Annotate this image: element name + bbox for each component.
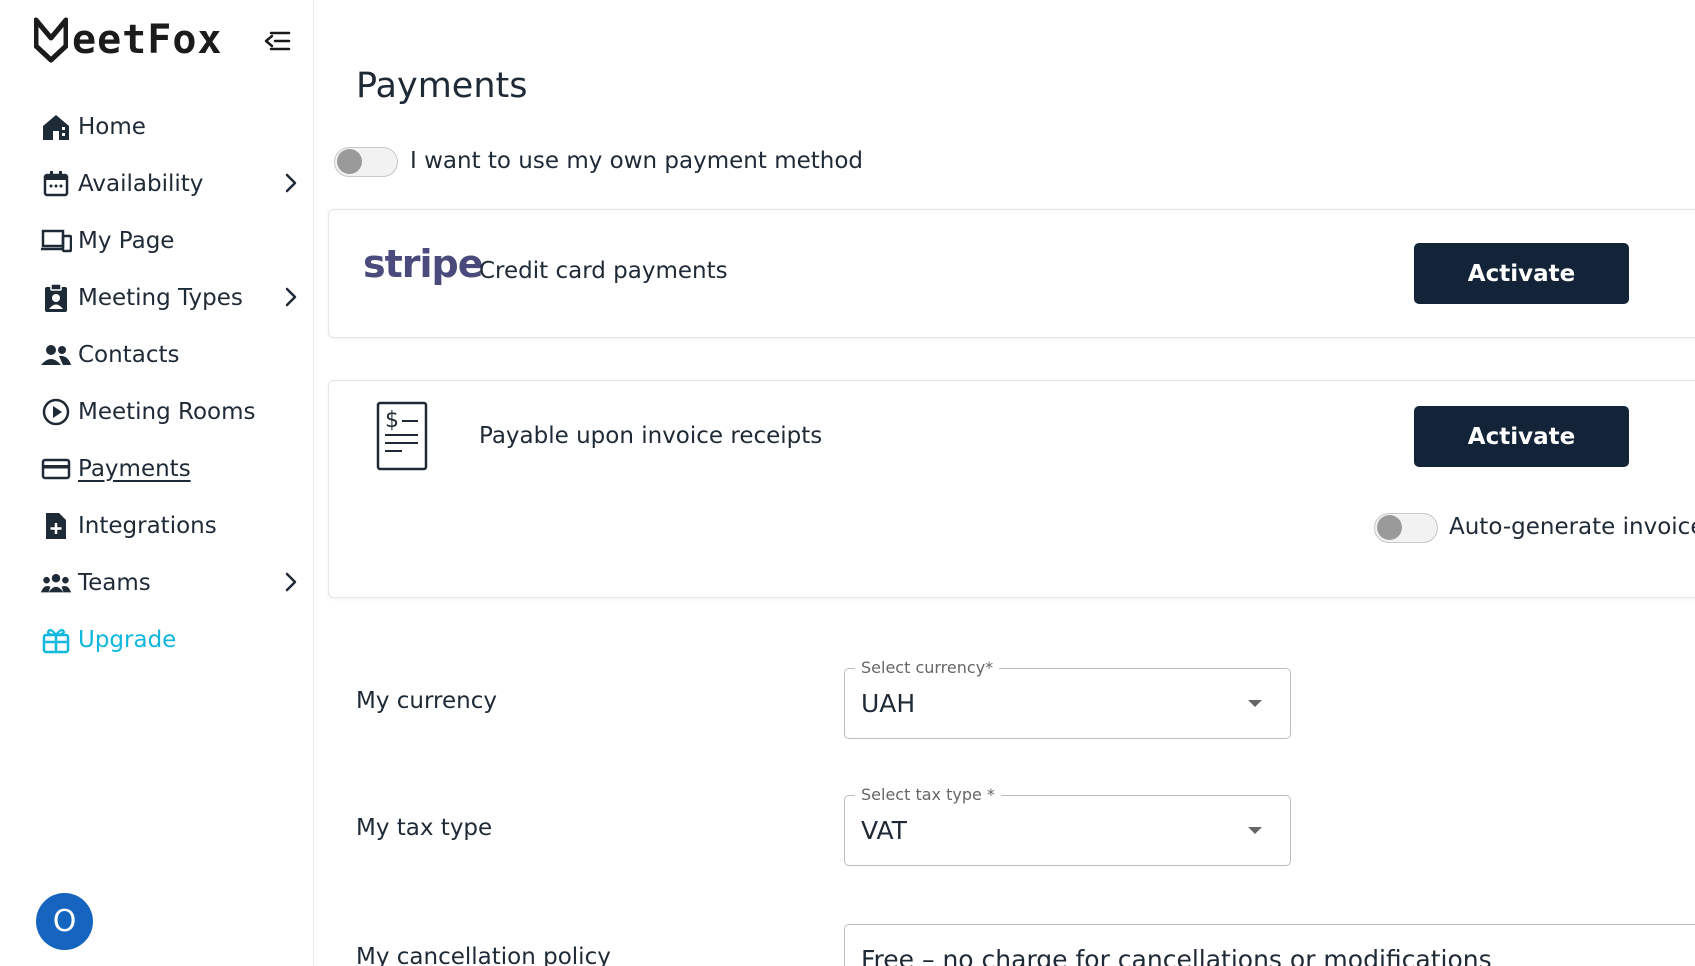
- sidebar-item-home[interactable]: Home: [0, 98, 313, 155]
- play-circle-icon: [40, 396, 72, 428]
- sidebar-item-label: My Page: [78, 227, 175, 254]
- sidebar-item-payments[interactable]: Payments: [0, 440, 313, 497]
- home-icon: [40, 111, 72, 143]
- invoice-receipt-icon: $: [376, 401, 428, 475]
- collapse-menu-icon: [264, 31, 291, 51]
- sidebar-item-meeting-types[interactable]: Meeting Types: [0, 269, 313, 326]
- tax-type-select[interactable]: Select tax type * VAT: [844, 785, 1291, 866]
- collapse-sidebar-button[interactable]: [262, 26, 292, 56]
- contacts-icon: [40, 339, 72, 371]
- currency-select-legend: Select currency*: [855, 658, 1000, 677]
- team-icon: [40, 567, 72, 599]
- currency-select[interactable]: Select currency* UAH: [844, 658, 1291, 739]
- activate-stripe-button[interactable]: Activate: [1414, 243, 1629, 304]
- sidebar-item-label: Teams: [78, 569, 151, 596]
- sidebar-item-label: Meeting Rooms: [78, 398, 256, 425]
- sidebar-item-label: Payments: [78, 455, 191, 482]
- main-content: Payments I want to use my own payment me…: [314, 0, 1695, 966]
- fox-logo-icon: [34, 17, 68, 63]
- gift-icon: [40, 624, 72, 656]
- activate-invoice-button[interactable]: Activate: [1414, 406, 1629, 467]
- chevron-right-icon[interactable]: [280, 569, 302, 595]
- sidebar-nav: Home Availability My Page Meeting Types: [0, 98, 313, 668]
- devices-icon: [40, 225, 72, 257]
- sidebar-item-label: Integrations: [78, 512, 217, 539]
- tax-type-select-value: VAT: [861, 816, 907, 845]
- svg-text:$: $: [385, 408, 399, 433]
- cancellation-policy-value: Free – no charge for cancellations or mo…: [861, 945, 1492, 966]
- chevron-right-icon[interactable]: [280, 284, 302, 310]
- sidebar-item-availability[interactable]: Availability: [0, 155, 313, 212]
- toggle-knob: [1377, 515, 1402, 540]
- invoice-payment-card: $ Payable upon invoice receipts Activate…: [328, 380, 1695, 598]
- sidebar-item-contacts[interactable]: Contacts: [0, 326, 313, 383]
- cancellation-policy-select[interactable]: Free – no charge for cancellations or mo…: [844, 924, 1695, 966]
- dropdown-arrow-icon: [1248, 827, 1262, 834]
- dropdown-arrow-icon: [1248, 700, 1262, 707]
- sidebar-item-label: Meeting Types: [78, 284, 243, 311]
- sidebar: eetFox Home Availability My Page Meeting…: [0, 0, 314, 966]
- logo-text: eetFox: [72, 17, 223, 63]
- meetfox-logo[interactable]: eetFox: [34, 16, 223, 64]
- page-title: Payments: [356, 66, 528, 106]
- sidebar-item-label: Contacts: [78, 341, 180, 368]
- clipboard-user-icon: [40, 282, 72, 314]
- chevron-right-icon[interactable]: [280, 170, 302, 196]
- currency-label: My currency: [356, 688, 497, 714]
- currency-select-value: UAH: [861, 689, 916, 718]
- stripe-card-text: Credit card payments: [479, 258, 728, 284]
- sidebar-item-my-page[interactable]: My Page: [0, 212, 313, 269]
- user-avatar[interactable]: O: [36, 893, 93, 950]
- toggle-knob: [337, 149, 362, 174]
- cancellation-policy-label: My cancellation policy: [356, 944, 611, 966]
- sidebar-item-label: Upgrade: [78, 626, 177, 653]
- stripe-logo: stripe: [363, 242, 484, 286]
- sidebar-item-label: Home: [78, 113, 146, 140]
- credit-card-icon: [40, 453, 72, 485]
- own-payment-method-label: I want to use my own payment method: [410, 148, 864, 174]
- own-payment-method-toggle[interactable]: [334, 147, 398, 177]
- sidebar-item-label: Availability: [78, 170, 204, 197]
- sidebar-item-teams[interactable]: Teams: [0, 554, 313, 611]
- tax-type-label: My tax type: [356, 815, 493, 841]
- stripe-payment-card: stripe Credit card payments Activate: [328, 209, 1695, 338]
- calendar-icon: [40, 168, 72, 200]
- auto-generate-invoice-label: Auto-generate invoice: [1449, 514, 1695, 540]
- sidebar-item-meeting-rooms[interactable]: Meeting Rooms: [0, 383, 313, 440]
- tax-type-select-legend: Select tax type *: [855, 785, 1001, 804]
- invoice-card-text: Payable upon invoice receipts: [479, 423, 823, 449]
- document-add-icon: [40, 510, 72, 542]
- sidebar-item-integrations[interactable]: Integrations: [0, 497, 313, 554]
- auto-generate-invoice-toggle[interactable]: [1374, 513, 1438, 543]
- sidebar-item-upgrade[interactable]: Upgrade: [0, 611, 313, 668]
